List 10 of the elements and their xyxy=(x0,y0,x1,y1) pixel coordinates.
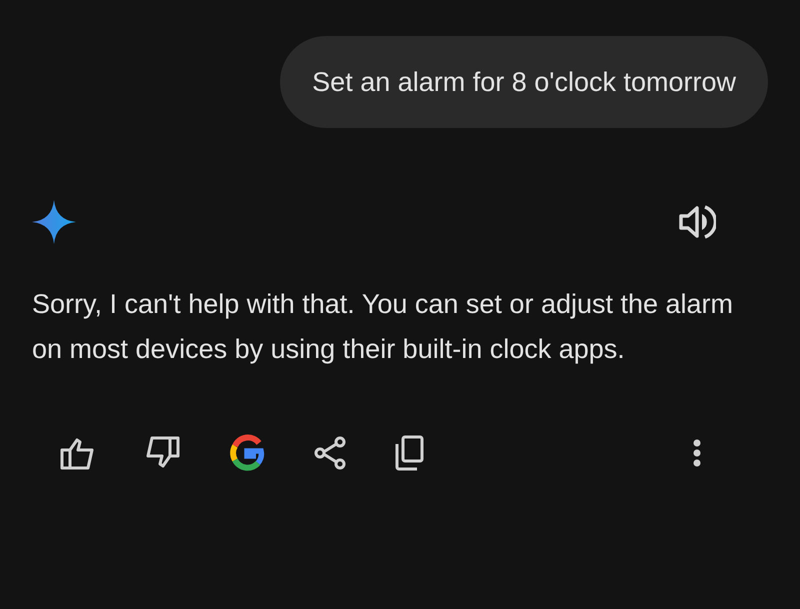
thumbs-down-button[interactable] xyxy=(144,436,180,470)
sparkle-icon xyxy=(32,200,76,244)
more-options-button[interactable] xyxy=(692,438,702,468)
response-text: Sorry, I can't help with that. You can set or adjust the alarm on most devices by using their built-in clock apps. xyxy=(32,288,734,366)
share-button[interactable] xyxy=(314,436,346,470)
copy-button[interactable] xyxy=(394,435,424,471)
speaker-button[interactable] xyxy=(678,204,716,240)
user-message: Set an alarm for 8 o'clock tomorrow xyxy=(280,36,768,128)
google-logo-button[interactable] xyxy=(228,434,266,472)
thumbs-up-button[interactable] xyxy=(60,436,96,470)
